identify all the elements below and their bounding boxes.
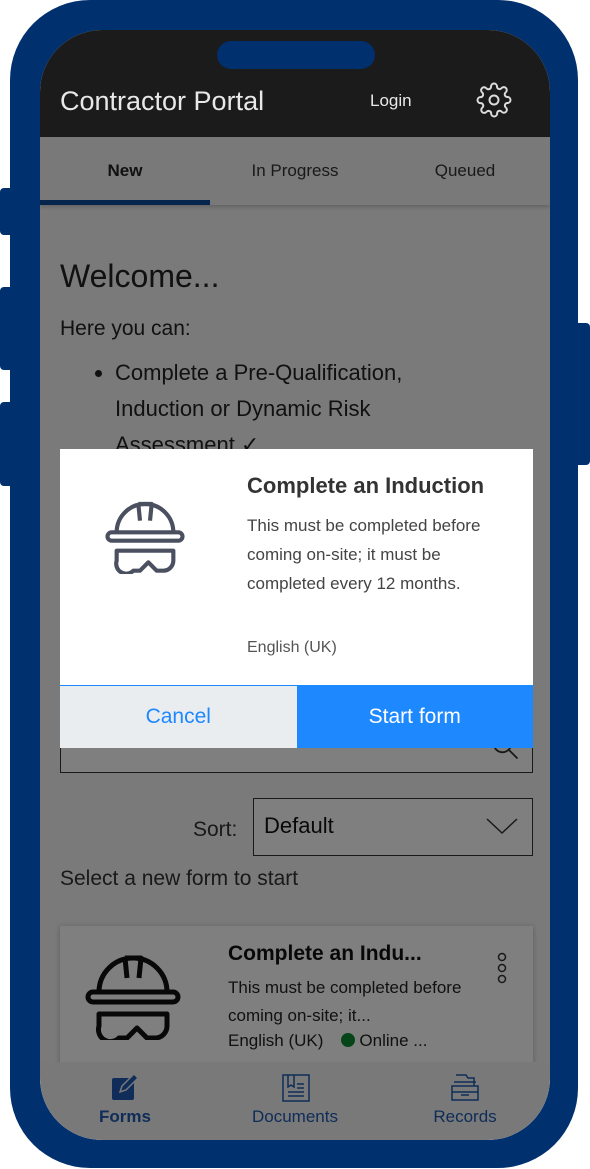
notch (217, 41, 375, 69)
gear-icon[interactable] (476, 82, 512, 118)
login-button[interactable]: Login (370, 91, 412, 111)
screen: Contractor Portal Login New In Progress … (40, 30, 550, 1140)
app-title: Contractor Portal (60, 86, 265, 116)
cancel-button[interactable]: Cancel (60, 685, 297, 748)
dialog-title: Complete an Induction (247, 473, 485, 498)
dialog-description: This must be completed before coming on-… (247, 516, 481, 593)
start-form-button[interactable]: Start form (296, 685, 533, 748)
start-form-dialog: Complete an Induction This must be compl… (60, 449, 533, 748)
dialog-language: English (UK) (247, 639, 337, 656)
hard-hat-icon (105, 501, 185, 574)
